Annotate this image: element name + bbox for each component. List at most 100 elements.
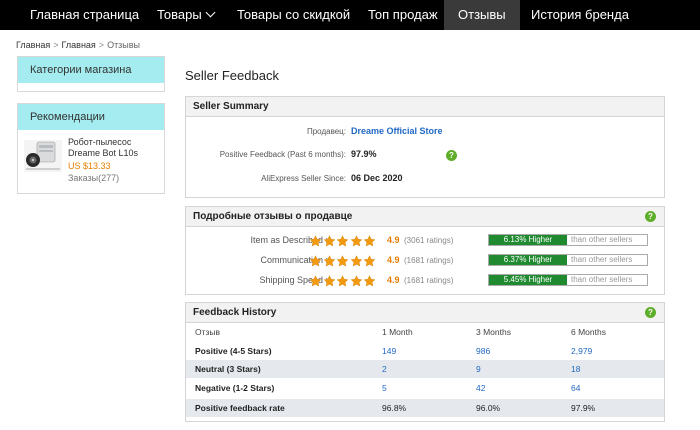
rating-count: (1681 ratings) <box>404 276 454 285</box>
feedback-history-panel: Feedback History ? Отзыв 1 Month 3 Month… <box>185 302 665 422</box>
history-cell-link[interactable]: 18 <box>571 360 580 378</box>
rating-score: 4.9 <box>387 235 400 245</box>
seller-summary-panel: Seller Summary Продавец: Dreame Official… <box>185 96 665 198</box>
nav-home-label: Главная страница <box>30 7 140 22</box>
history-cell-value: 96.8% <box>382 403 407 413</box>
history-cell-link[interactable]: 5 <box>382 379 387 397</box>
comparison-rest: than other sellers <box>571 275 633 284</box>
table-row: Neutral (3 Stars) 2 9 18 <box>186 360 664 378</box>
nav-discount[interactable]: Товары со скидкой <box>237 0 350 30</box>
seller-summary-title: Seller Summary <box>186 97 664 117</box>
star-icon <box>350 255 362 267</box>
star-icon <box>336 235 349 247</box>
comparison-bar: 6.37% Higher than other sellers <box>488 254 648 266</box>
seller-name-link[interactable]: Dreame Official Store <box>351 126 443 136</box>
star-icon <box>323 255 335 267</box>
history-row-label: Positive feedback rate <box>195 403 285 413</box>
rating-score: 4.9 <box>387 275 400 285</box>
star-icon <box>350 275 362 287</box>
product-title[interactable]: Робот-пылесос Dreame Bot L10s <box>68 137 160 159</box>
nav-top-sales-label: Топ продаж <box>368 7 438 22</box>
page-title: Seller Feedback <box>185 68 279 83</box>
history-row-label: Positive (4-5 Stars) <box>195 346 272 356</box>
history-row-label: Negative (1-2 Stars) <box>195 383 275 393</box>
breadcrumb-current: Отзывы <box>107 40 141 50</box>
star-rating <box>309 274 377 287</box>
history-cell-link[interactable]: 2 <box>382 360 387 378</box>
help-icon[interactable]: ? <box>446 150 457 161</box>
breadcrumb-home[interactable]: Главная <box>16 40 50 50</box>
top-nav: Главная страница Товары Товары со скидко… <box>0 0 700 30</box>
comparison-higher: 6.13% Higher <box>489 235 567 245</box>
rating-count: (1681 ratings) <box>404 256 454 265</box>
comparison-higher: 6.37% Higher <box>489 255 567 265</box>
history-header: Отзыв <box>195 327 221 337</box>
seller-since-label: AliExpress Seller Since: <box>261 174 346 183</box>
star-icon <box>336 275 349 287</box>
star-icon <box>309 275 322 287</box>
comparison-higher: 5.45% Higher <box>489 275 567 285</box>
history-cell-link[interactable]: 64 <box>571 379 580 397</box>
star-icon <box>323 275 335 287</box>
nav-products[interactable]: Товары <box>157 0 216 30</box>
breadcrumb-mid[interactable]: Главная <box>62 40 96 50</box>
star-icon <box>323 235 335 247</box>
history-header: 6 Months <box>571 327 606 337</box>
history-header-row: Отзыв 1 Month 3 Months 6 Months <box>186 323 664 341</box>
help-icon[interactable]: ? <box>645 211 656 222</box>
star-icon <box>309 235 322 247</box>
recommendations-title: Рекомендации <box>18 104 164 130</box>
positive-feedback-value: 97.9% <box>351 149 377 159</box>
history-cell-link[interactable]: 986 <box>476 342 490 360</box>
breadcrumb-sep: > <box>98 40 105 50</box>
positive-feedback-label: Positive Feedback (Past 6 months): <box>219 150 346 159</box>
star-rating <box>309 234 377 247</box>
history-cell-value: 96.0% <box>476 403 501 413</box>
product-thumbnail[interactable] <box>24 140 62 172</box>
history-cell-link[interactable]: 42 <box>476 379 485 397</box>
history-row-label: Neutral (3 Stars) <box>195 364 261 374</box>
product-orders: Заказы(277) <box>68 173 120 183</box>
comparison-rest: than other sellers <box>571 255 633 264</box>
star-icon <box>363 275 376 287</box>
nav-discount-label: Товары со скидкой <box>237 7 351 22</box>
history-cell-link[interactable]: 149 <box>382 342 396 360</box>
nav-home[interactable]: Главная страница <box>30 0 139 30</box>
history-header: 3 Months <box>476 327 511 337</box>
store-categories-box: Категории магазина <box>17 56 165 92</box>
seller-since-value: 06 Dec 2020 <box>351 173 403 183</box>
detailed-ratings-panel: Подробные отзывы о продавце ? Item as De… <box>185 206 665 295</box>
comparison-bar: 6.13% Higher than other sellers <box>488 234 648 246</box>
history-cell-link[interactable]: 9 <box>476 360 481 378</box>
comparison-rest: than other sellers <box>571 235 633 244</box>
recommendations-box: Рекомендации Робот-пылесос Dreame Bot L1… <box>17 103 165 194</box>
nav-products-label: Товары <box>157 7 202 22</box>
nav-brand-story[interactable]: История бренда <box>531 0 629 30</box>
seller-label: Продавец: <box>306 127 346 136</box>
chevron-down-icon <box>205 7 216 18</box>
nav-feedback-label: Отзывы <box>458 7 506 22</box>
history-header: 1 Month <box>382 327 413 337</box>
nav-brand-story-label: История бренда <box>531 7 629 22</box>
help-icon[interactable]: ? <box>645 307 656 318</box>
nav-feedback[interactable]: Отзывы <box>444 0 520 30</box>
star-icon <box>363 255 376 267</box>
star-icon <box>309 255 322 267</box>
table-row: Positive feedback rate 96.8% 96.0% 97.9% <box>186 399 664 417</box>
breadcrumb: Главная > Главная > Отзывы <box>16 40 140 50</box>
rating-score: 4.9 <box>387 255 400 265</box>
star-icon <box>336 255 349 267</box>
star-rating <box>309 254 377 267</box>
recommended-product[interactable]: Робот-пылесос Dreame Bot L10s US $13.33 … <box>24 134 160 186</box>
table-row: Negative (1-2 Stars) 5 42 64 <box>186 379 664 397</box>
product-price: US $13.33 <box>68 161 111 171</box>
star-icon <box>350 235 362 247</box>
nav-top-sales[interactable]: Топ продаж <box>368 0 438 30</box>
feedback-history-title: Feedback History <box>186 303 664 323</box>
star-icon <box>363 235 376 247</box>
history-cell-link[interactable]: 2,979 <box>571 342 592 360</box>
table-row: Positive (4-5 Stars) 149 986 2,979 <box>186 342 664 360</box>
rating-count: (3061 ratings) <box>404 236 454 245</box>
history-cell-value: 97.9% <box>571 403 596 413</box>
store-categories-title[interactable]: Категории магазина <box>18 57 164 83</box>
